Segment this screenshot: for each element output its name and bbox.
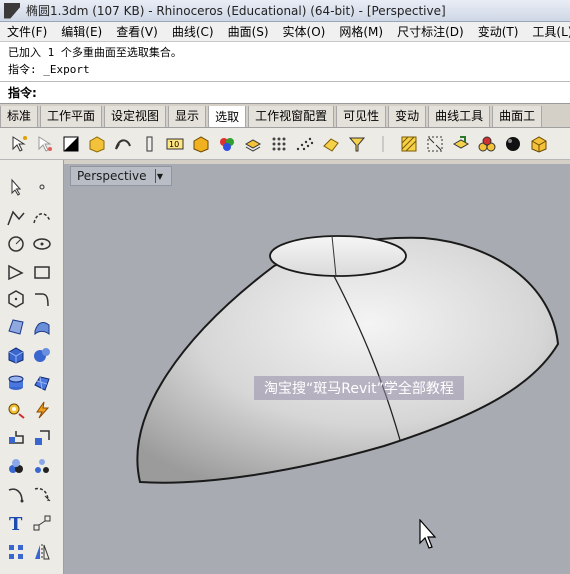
move-icon[interactable] xyxy=(4,426,28,450)
toolbar-tabs: 标准 工作平面 设定视图 显示 选取 工作视窗配置 可见性 变动 曲线工具 曲面… xyxy=(0,106,570,128)
ellipse-icon[interactable] xyxy=(30,232,54,256)
viewport-title-tab[interactable]: Perspective ▼ xyxy=(70,166,172,186)
history-line: 已加入 1 个多重曲面至选取集合。 xyxy=(8,46,182,59)
sphere-icon[interactable] xyxy=(30,343,54,367)
select-control-points-icon[interactable] xyxy=(294,133,316,155)
point-icon[interactable] xyxy=(30,175,54,199)
command-input[interactable] xyxy=(40,85,562,100)
main-toolbar-left: T xyxy=(0,160,64,574)
select-toolbar: 10 xyxy=(0,128,570,160)
menu-solid[interactable]: 实体(O) xyxy=(276,23,333,40)
viewport-dropdown-icon[interactable]: ▼ xyxy=(154,169,165,183)
tab-set-view[interactable]: 设定视图 xyxy=(104,106,167,127)
tab-standard[interactable]: 标准 xyxy=(0,106,39,127)
scale-icon[interactable] xyxy=(30,426,54,450)
dimension-icon[interactable] xyxy=(30,511,54,535)
select-points-icon[interactable] xyxy=(8,133,30,155)
tab-curve-tools[interactable]: 曲线工具 xyxy=(428,106,491,127)
window-title: 椭圆1.3dm (107 KB) - Rhinoceros (Education… xyxy=(26,4,446,18)
polygon-icon[interactable] xyxy=(4,287,28,311)
separator-icon xyxy=(372,133,394,155)
select-by-layer-icon[interactable] xyxy=(242,133,264,155)
select-arrow-icon[interactable] xyxy=(4,175,28,199)
tab-select[interactable]: 选取 xyxy=(208,106,247,127)
history-line: 指令: _Export xyxy=(8,63,90,76)
menu-view[interactable]: 查看(V) xyxy=(109,23,165,40)
model-canvas[interactable] xyxy=(64,164,570,574)
surface-from-points-icon[interactable] xyxy=(4,315,28,339)
menu-dimension[interactable]: 尺寸标注(D) xyxy=(390,23,471,40)
select-solids-icon[interactable] xyxy=(528,133,550,155)
fillet-curves-icon[interactable] xyxy=(30,287,54,311)
watermark-banner: 淘宝搜“斑马Revit”学全部教程 xyxy=(254,376,464,400)
menu-file[interactable]: 文件(F) xyxy=(0,23,54,40)
select-curves-icon[interactable] xyxy=(112,133,134,155)
cylinder-icon[interactable] xyxy=(4,371,28,395)
rhino-app-icon[interactable] xyxy=(4,2,20,19)
tab-visibility[interactable]: 可见性 xyxy=(336,106,387,127)
select-by-color-icon[interactable] xyxy=(216,133,238,155)
select-lights-icon[interactable] xyxy=(138,133,160,155)
command-prompt: 指令: xyxy=(8,86,37,100)
command-history: 已加入 1 个多重曲面至选取集合。 指令: _Export xyxy=(0,42,570,82)
curve-icon[interactable] xyxy=(30,205,54,229)
tab-viewport-layout[interactable]: 工作视窗配置 xyxy=(248,106,335,127)
group-spheres-icon[interactable] xyxy=(4,454,28,478)
rectangle-icon[interactable] xyxy=(30,260,54,284)
top-opening[interactable] xyxy=(269,235,407,277)
select-surfaces-icon[interactable] xyxy=(320,133,342,155)
polyline-icon[interactable] xyxy=(4,205,28,229)
explode-gear-icon[interactable] xyxy=(4,398,28,422)
box-icon[interactable] xyxy=(4,343,28,367)
menu-curve[interactable]: 曲线(C) xyxy=(165,23,221,40)
select-groups-icon[interactable] xyxy=(476,133,498,155)
trim-icon[interactable] xyxy=(30,482,54,506)
menu-bar: 文件(F) 编辑(E) 查看(V) 曲线(C) 曲面(S) 实体(O) 网格(M… xyxy=(0,22,570,42)
mesh-icon[interactable] xyxy=(30,371,54,395)
mouse-cursor-icon xyxy=(419,519,437,549)
select-window-icon[interactable] xyxy=(424,133,446,155)
svg-text:T: T xyxy=(9,514,23,533)
select-dimensions-icon[interactable]: 10 xyxy=(164,133,186,155)
select-polysurface-icon[interactable] xyxy=(86,133,108,155)
tab-surface-tools[interactable]: 曲面工 xyxy=(492,106,543,127)
arc-icon[interactable] xyxy=(4,260,28,284)
select-all-icon[interactable] xyxy=(60,133,82,155)
viewport-name: Perspective xyxy=(77,169,147,183)
curve-point-icon[interactable] xyxy=(4,482,28,506)
ungroup-icon[interactable] xyxy=(30,454,54,478)
text-icon[interactable]: T xyxy=(4,511,28,535)
tab-cplanes[interactable]: 工作平面 xyxy=(40,106,103,127)
mirror-icon[interactable] xyxy=(30,540,54,564)
select-blocks-icon[interactable] xyxy=(450,133,472,155)
menu-surface[interactable]: 曲面(S) xyxy=(221,23,276,40)
command-line: 指令: xyxy=(0,82,570,104)
array-icon[interactable] xyxy=(4,540,28,564)
select-filter-icon[interactable] xyxy=(346,133,368,155)
select-render-objects-icon[interactable] xyxy=(502,133,524,155)
select-meshes-icon[interactable] xyxy=(190,133,212,155)
menu-edit[interactable]: 编辑(E) xyxy=(54,23,109,40)
select-all-points-icon[interactable] xyxy=(34,133,56,155)
title-bar: 椭圆1.3dm (107 KB) - Rhinoceros (Education… xyxy=(0,0,570,22)
tab-display[interactable]: 显示 xyxy=(168,106,207,127)
tab-transform[interactable]: 变动 xyxy=(388,106,427,127)
extrude-surface-icon[interactable] xyxy=(30,315,54,339)
perspective-viewport[interactable]: Perspective ▼ 淘宝搜“斑马Revit”学全部教程 xyxy=(64,164,570,574)
menu-transform[interactable]: 变动(T) xyxy=(471,23,526,40)
split-bolt-icon[interactable] xyxy=(30,398,54,422)
menu-mesh[interactable]: 网格(M) xyxy=(332,23,390,40)
menu-tools[interactable]: 工具(L) xyxy=(525,23,570,40)
svg-text:10: 10 xyxy=(169,140,179,149)
circle-icon[interactable] xyxy=(4,232,28,256)
select-hatch-icon[interactable] xyxy=(398,133,420,155)
select-point-cloud-icon[interactable] xyxy=(268,133,290,155)
